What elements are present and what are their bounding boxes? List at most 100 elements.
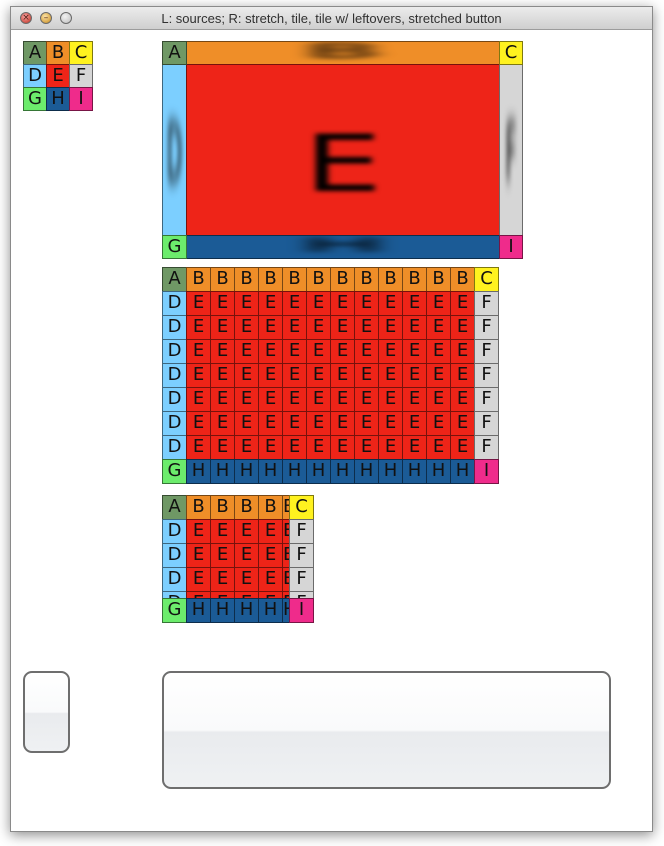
tile-e: E	[306, 315, 331, 340]
tile-e: E	[210, 387, 235, 412]
tile-e: E	[426, 363, 451, 388]
tile-h: H	[282, 459, 307, 484]
tile-d: D	[162, 363, 187, 388]
tile-e: E	[402, 387, 427, 412]
tile-e: E	[450, 411, 475, 436]
tile-e: E	[282, 411, 307, 436]
tile-e: E	[402, 315, 427, 340]
tile-e: E	[354, 363, 379, 388]
tile-e: E	[210, 519, 235, 544]
tile-h: H	[186, 598, 211, 623]
tile-h: H	[186, 459, 211, 484]
tile-e: E	[378, 411, 403, 436]
stretched-right-edge: F	[499, 64, 523, 259]
tile-b: B	[210, 495, 235, 520]
tile-b: B	[210, 267, 235, 292]
tile-e: E	[186, 543, 211, 568]
tile-h: H	[354, 459, 379, 484]
tile-e: E	[306, 363, 331, 388]
window: × – L: sources; R: stretch, tile, tile w…	[10, 6, 653, 832]
stretched-tile-i: I	[499, 235, 523, 259]
source-tile-h: H	[46, 87, 70, 111]
tile-d: D	[162, 387, 187, 412]
stretched-tile-a: A	[162, 41, 187, 65]
stretched-letter-h: H	[301, 235, 385, 257]
tile-b: B	[426, 267, 451, 292]
title-bar[interactable]: × – L: sources; R: stretch, tile, tile w…	[11, 7, 652, 30]
tile-e: E	[258, 363, 283, 388]
tile-e: E	[330, 291, 355, 316]
tile-b: B	[258, 267, 283, 292]
tile-f: F	[474, 291, 499, 316]
tile-e: E	[306, 387, 331, 412]
tile-e: E	[354, 315, 379, 340]
tile-b: B	[186, 495, 211, 520]
tile-e: E	[186, 435, 211, 460]
tile-d: D	[162, 519, 187, 544]
tile-e: E	[306, 411, 331, 436]
tile-e: E	[450, 291, 475, 316]
tile-e: E	[330, 411, 355, 436]
tile-b: B	[234, 495, 259, 520]
tile-b: B	[282, 267, 307, 292]
tile-e: E	[330, 315, 355, 340]
tile-h: H	[426, 459, 451, 484]
tile-c: C	[289, 495, 314, 520]
stretched-letter-b: B	[305, 41, 381, 63]
tile-h: H	[258, 459, 283, 484]
tile-e: E	[402, 435, 427, 460]
tile-e: E	[378, 315, 403, 340]
tile-e: E	[450, 435, 475, 460]
tile-h: H	[258, 598, 283, 623]
tile-e: E	[258, 435, 283, 460]
tile-h: H	[306, 459, 331, 484]
tile-h: H	[402, 459, 427, 484]
tile-e: E	[426, 411, 451, 436]
tile-e: E	[258, 567, 283, 592]
tile-e: E	[186, 387, 211, 412]
tile-e: E	[402, 363, 427, 388]
tile-d: D	[162, 543, 187, 568]
stretched-tile-c: C	[499, 41, 523, 65]
tile-e: E	[234, 543, 259, 568]
tile-e: E	[186, 291, 211, 316]
tile-d: D	[162, 291, 187, 316]
tile-e: E	[282, 363, 307, 388]
tile-e: E	[306, 435, 331, 460]
tile-f: F	[474, 315, 499, 340]
tile-b: B	[186, 267, 211, 292]
tile-e: E	[234, 315, 259, 340]
tile-e: E	[426, 291, 451, 316]
tile-i: I	[289, 598, 314, 623]
tile-e: E	[282, 387, 307, 412]
stretched-center: E	[186, 64, 500, 259]
tile-b: B	[354, 267, 379, 292]
tile-e: E	[330, 435, 355, 460]
tile-f: F	[289, 567, 314, 592]
source-button[interactable]	[23, 671, 70, 753]
tile-d: D	[162, 339, 187, 364]
tile-f: F	[474, 435, 499, 460]
tile-b: B	[234, 267, 259, 292]
tile-f: F	[474, 387, 499, 412]
source-tile-g: G	[23, 87, 47, 111]
source-tile-b: B	[46, 41, 70, 65]
tile-e: E	[354, 435, 379, 460]
tile-e: E	[378, 339, 403, 364]
tile-e: E	[234, 435, 259, 460]
tile-e: E	[258, 543, 283, 568]
tile-e: E	[210, 339, 235, 364]
tile-i: I	[474, 459, 499, 484]
tile-e: E	[258, 519, 283, 544]
stretched-button[interactable]	[162, 671, 611, 789]
tile-b: B	[330, 267, 355, 292]
tile-e: E	[234, 567, 259, 592]
source-tile-e: E	[46, 64, 70, 88]
tile-a: A	[162, 495, 187, 520]
tile-e: E	[234, 411, 259, 436]
tile-b: B	[378, 267, 403, 292]
tile-e: E	[354, 291, 379, 316]
tile-e: E	[450, 315, 475, 340]
source-tile-f: F	[69, 64, 93, 88]
tile-e: E	[450, 339, 475, 364]
